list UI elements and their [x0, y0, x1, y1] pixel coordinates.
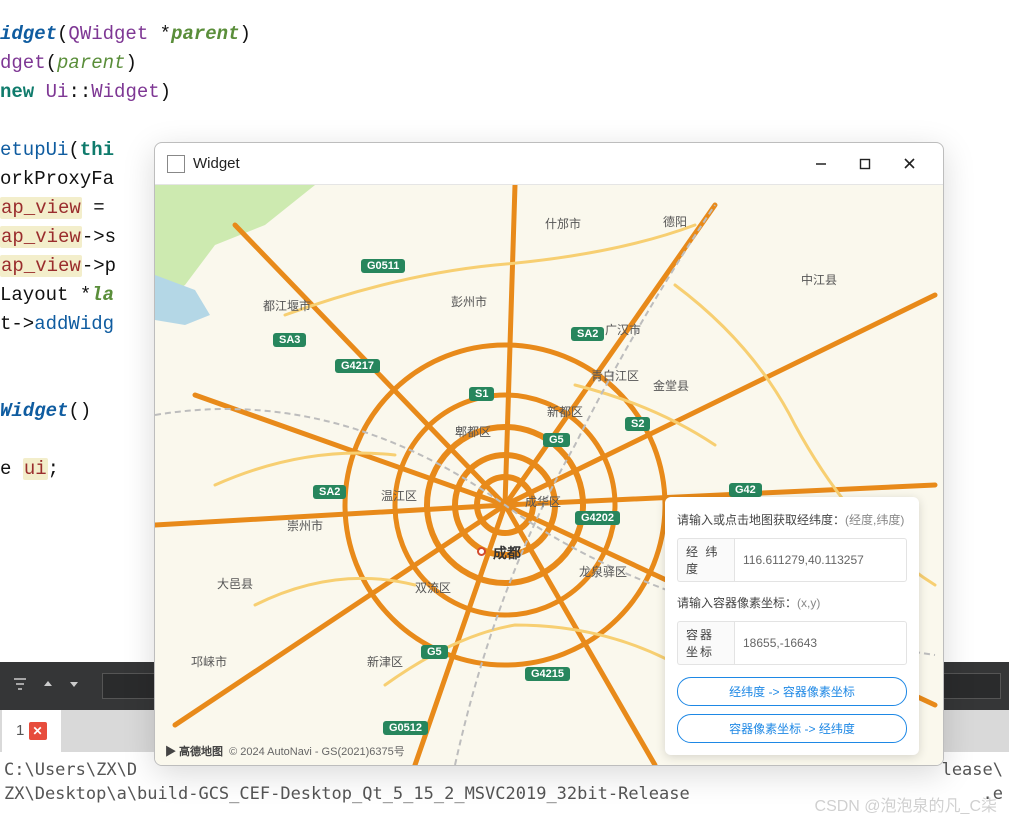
- code-line: dget(parent): [0, 49, 1009, 78]
- city-marker-chengdu: [477, 547, 486, 556]
- city-label: 金堂县: [653, 377, 689, 394]
- widget-window: Widget: [154, 142, 944, 766]
- prev-match-icon[interactable]: [42, 678, 54, 695]
- city-label: 龙泉驿区: [579, 563, 627, 580]
- pixel-label: 容器坐标: [677, 621, 734, 665]
- highway-badge: S2: [625, 417, 650, 431]
- minimize-button[interactable]: [799, 143, 843, 184]
- highway-badge: G42: [729, 483, 762, 497]
- error-icon: ✕: [29, 722, 47, 740]
- issues-count-badge: 1 ✕: [16, 722, 47, 740]
- code-line: idget(QWidget *parent): [0, 20, 1009, 49]
- amap-logo: ▶ 高德地图: [165, 743, 223, 759]
- city-label: 广汉市: [605, 321, 641, 338]
- city-label: 中江县: [801, 271, 837, 288]
- city-label: 成华区: [525, 493, 561, 510]
- highway-badge: G0511: [361, 259, 405, 273]
- highway-badge: S1: [469, 387, 494, 401]
- code-line: new Ui::Widget): [0, 78, 1009, 107]
- highway-badge: SA2: [571, 327, 604, 341]
- highway-badge: SA2: [313, 485, 346, 499]
- city-label: 什邡市: [545, 215, 581, 232]
- code-line: [0, 107, 1009, 136]
- lnglat-label: 经 纬 度: [677, 538, 734, 582]
- city-label: 新津区: [367, 653, 403, 670]
- highway-badge: G4217: [335, 359, 380, 373]
- watermark: CSDN @泡泡泉的凡_C柒: [815, 792, 997, 816]
- city-label: 双流区: [415, 579, 451, 596]
- city-label: 崇州市: [287, 517, 323, 534]
- city-label: 都江堰市: [263, 297, 311, 314]
- city-label: 郫都区: [455, 423, 491, 440]
- map-copyright: © 2024 AutoNavi - GS(2021)6375号: [229, 743, 405, 759]
- highway-badge: G4202: [575, 511, 620, 525]
- maximize-button[interactable]: [843, 143, 887, 184]
- city-label: 大邑县: [217, 575, 253, 592]
- city-label: 青白江区: [591, 367, 639, 384]
- map-attribution: ▶ 高德地图 © 2024 AutoNavi - GS(2021)6375号: [165, 743, 405, 759]
- panel-hint-pixel: 请输入容器像素坐标：(x,y): [677, 594, 907, 611]
- highway-badge: G0512: [383, 721, 428, 735]
- lnglat-input[interactable]: [734, 538, 907, 582]
- city-label: 邛崃市: [191, 653, 227, 670]
- highway-badge: SA3: [273, 333, 306, 347]
- window-title: Widget: [193, 155, 240, 172]
- tab-issues[interactable]: 1 ✕: [2, 710, 61, 752]
- lnglat-to-pixel-button[interactable]: 经纬度 -> 容器像素坐标: [677, 677, 907, 706]
- highway-badge: G5: [421, 645, 448, 659]
- app-icon: [167, 155, 185, 173]
- city-label: 德阳: [663, 213, 687, 230]
- next-match-icon[interactable]: [68, 678, 80, 695]
- panel-hint-lnglat: 请输入或点击地图获取经纬度：(经度,纬度): [677, 511, 907, 528]
- city-label-chengdu: 成都: [493, 543, 521, 563]
- window-titlebar[interactable]: Widget: [155, 143, 943, 185]
- pixel-input[interactable]: [734, 621, 907, 665]
- highway-badge: G4215: [525, 667, 570, 681]
- city-label: 彭州市: [451, 293, 487, 310]
- pixel-to-lnglat-button[interactable]: 容器像素坐标 -> 经纬度: [677, 714, 907, 743]
- filter-icon[interactable]: [12, 676, 28, 697]
- close-button[interactable]: [887, 143, 931, 184]
- map-view[interactable]: 都江堰市 什邡市 德阳彭州市广汉市 中江县金堂县青白江区新都区郫都区温江区崇州市大邑县…: [155, 185, 943, 765]
- highway-badge: G5: [543, 433, 570, 447]
- city-label: 新都区: [547, 403, 583, 420]
- coord-panel: 请输入或点击地图获取经纬度：(经度,纬度) 经 纬 度 请输入容器像素坐标：(x…: [665, 497, 919, 755]
- city-label: 温江区: [381, 487, 417, 504]
